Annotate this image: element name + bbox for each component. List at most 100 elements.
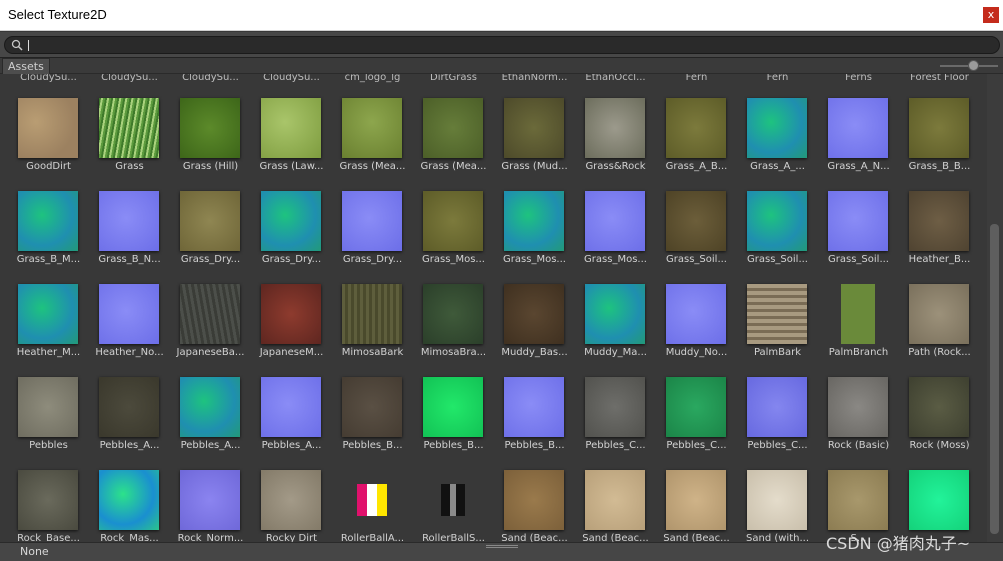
texture-thumbnail[interactable] <box>585 284 645 344</box>
texture-thumbnail[interactable] <box>423 377 483 437</box>
texture-thumbnail[interactable] <box>504 98 564 158</box>
texture-item[interactable]: Grass_A_N... <box>818 98 899 191</box>
texture-item[interactable]: Grass (Mud... <box>494 98 575 191</box>
texture-item[interactable]: Grass_B_M... <box>8 191 89 284</box>
texture-thumbnail[interactable] <box>18 470 78 530</box>
texture-item[interactable]: Heather_B... <box>899 191 980 284</box>
texture-thumbnail[interactable] <box>504 377 564 437</box>
texture-item[interactable]: Grass_Mos... <box>494 191 575 284</box>
texture-thumbnail[interactable] <box>747 470 807 530</box>
texture-item[interactable]: Rock_Norm... <box>170 470 251 542</box>
texture-item[interactable]: Sand (with... <box>737 470 818 542</box>
texture-item[interactable]: Rock (Moss) <box>899 377 980 470</box>
texture-item[interactable]: PalmBranch <box>818 284 899 377</box>
texture-item[interactable]: Muddy_No... <box>656 284 737 377</box>
texture-thumbnail[interactable] <box>666 191 726 251</box>
texture-thumbnail[interactable] <box>342 98 402 158</box>
vertical-scrollbar[interactable] <box>987 74 1003 542</box>
texture-thumbnail[interactable] <box>261 377 321 437</box>
texture-item[interactable]: Grass_Soil... <box>656 191 737 284</box>
texture-item[interactable]: RollerBallS... <box>413 470 494 542</box>
texture-thumbnail[interactable] <box>909 377 969 437</box>
texture-thumbnail[interactable] <box>99 470 159 530</box>
texture-item[interactable]: Grass (Mea... <box>332 98 413 191</box>
texture-thumbnail[interactable] <box>585 377 645 437</box>
texture-item[interactable]: JapaneseBa... <box>170 284 251 377</box>
texture-item[interactable]: MimosaBra... <box>413 284 494 377</box>
texture-thumbnail[interactable] <box>99 98 159 158</box>
texture-item[interactable]: Rock_Mas... <box>89 470 170 542</box>
texture-item[interactable]: Muddy_Bas... <box>494 284 575 377</box>
texture-thumbnail[interactable] <box>99 191 159 251</box>
texture-item[interactable]: Grass_Mos... <box>413 191 494 284</box>
texture-item[interactable]: Grass_Mos... <box>575 191 656 284</box>
texture-item[interactable]: Muddy_Ma... <box>575 284 656 377</box>
scrollbar-thumb[interactable] <box>990 224 999 534</box>
texture-thumbnail[interactable] <box>504 470 564 530</box>
texture-thumbnail[interactable] <box>180 377 240 437</box>
tab-assets[interactable]: Assets <box>2 58 50 74</box>
texture-thumbnail[interactable] <box>18 191 78 251</box>
texture-thumbnail[interactable] <box>747 284 807 344</box>
texture-item[interactable]: Pebbles_B... <box>494 377 575 470</box>
texture-thumbnail[interactable] <box>423 470 483 530</box>
texture-thumbnail[interactable] <box>828 98 888 158</box>
texture-item[interactable]: Rock (Basic) <box>818 377 899 470</box>
texture-item[interactable]: JapaneseM... <box>251 284 332 377</box>
texture-item[interactable]: Grass_A_... <box>737 98 818 191</box>
texture-item[interactable]: Rocky Dirt <box>251 470 332 542</box>
texture-thumbnail[interactable] <box>342 470 402 530</box>
texture-thumbnail[interactable] <box>261 191 321 251</box>
texture-thumbnail[interactable] <box>261 470 321 530</box>
texture-item[interactable]: Grass_B_N... <box>89 191 170 284</box>
texture-item[interactable]: Pebbles_A... <box>170 377 251 470</box>
texture-thumbnail[interactable] <box>747 98 807 158</box>
texture-item[interactable]: Sand (Beac... <box>575 470 656 542</box>
texture-thumbnail[interactable] <box>585 191 645 251</box>
texture-item[interactable]: Pebbles_C... <box>737 377 818 470</box>
texture-item[interactable]: Pebbles_B... <box>413 377 494 470</box>
texture-item[interactable]: Pebbles_A... <box>251 377 332 470</box>
texture-item[interactable]: Grass&Rock <box>575 98 656 191</box>
texture-item[interactable]: Pebbles_C... <box>575 377 656 470</box>
texture-thumbnail[interactable] <box>342 284 402 344</box>
texture-item[interactable]: RollerBallA... <box>332 470 413 542</box>
texture-item[interactable]: Pebbles_A... <box>89 377 170 470</box>
texture-thumbnail[interactable] <box>99 284 159 344</box>
texture-thumbnail[interactable] <box>585 470 645 530</box>
texture-thumbnail[interactable] <box>909 191 969 251</box>
texture-thumbnail[interactable] <box>180 284 240 344</box>
texture-thumbnail[interactable] <box>18 98 78 158</box>
texture-item[interactable]: Heather_No... <box>89 284 170 377</box>
texture-item[interactable]: Grass (Mea... <box>413 98 494 191</box>
texture-thumbnail[interactable] <box>909 470 969 530</box>
texture-thumbnail[interactable] <box>18 284 78 344</box>
texture-thumbnail[interactable] <box>504 284 564 344</box>
texture-thumbnail[interactable] <box>666 98 726 158</box>
texture-thumbnail[interactable] <box>18 377 78 437</box>
texture-thumbnail[interactable] <box>666 377 726 437</box>
texture-thumbnail[interactable] <box>909 284 969 344</box>
texture-thumbnail[interactable] <box>828 470 888 530</box>
texture-item[interactable]: Pebbles <box>8 377 89 470</box>
texture-thumbnail[interactable] <box>423 98 483 158</box>
close-button[interactable]: x <box>983 7 999 23</box>
texture-thumbnail[interactable] <box>504 191 564 251</box>
texture-item[interactable]: Pebbles_B... <box>332 377 413 470</box>
texture-item[interactable]: Grass <box>89 98 170 191</box>
texture-item[interactable]: Grass_Dry... <box>251 191 332 284</box>
texture-item[interactable]: PalmBark <box>737 284 818 377</box>
texture-thumbnail[interactable] <box>342 191 402 251</box>
texture-thumbnail[interactable] <box>423 284 483 344</box>
resize-handle[interactable] <box>486 545 518 546</box>
texture-thumbnail[interactable] <box>423 191 483 251</box>
texture-item[interactable]: Grass (Law... <box>251 98 332 191</box>
texture-thumbnail[interactable] <box>99 377 159 437</box>
texture-item[interactable]: Sand (Beac... <box>656 470 737 542</box>
texture-item[interactable]: Grass_Dry... <box>332 191 413 284</box>
texture-item[interactable]: Heather_M... <box>8 284 89 377</box>
zoom-slider-thumb[interactable] <box>968 60 979 71</box>
texture-thumbnail[interactable] <box>828 377 888 437</box>
texture-thumbnail[interactable] <box>261 284 321 344</box>
texture-item[interactable]: Grass_Dry... <box>170 191 251 284</box>
